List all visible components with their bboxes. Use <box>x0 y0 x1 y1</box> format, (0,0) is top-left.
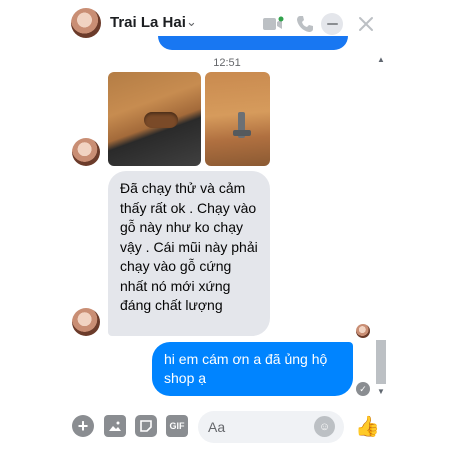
contact-name[interactable]: Trai La Hai <box>110 14 186 31</box>
message-timestamp: 12:51 <box>213 57 241 69</box>
delivered-check-icon: ✓ <box>356 382 370 396</box>
chat-window: Trai La Hai ⌄ 12:51 Đã chạy thử và cảm t… <box>64 0 390 455</box>
emoji-icon[interactable]: ☺ <box>314 416 335 437</box>
close-button[interactable] <box>354 12 378 36</box>
previous-outgoing-bubble <box>158 36 348 50</box>
sender-avatar[interactable] <box>72 138 100 166</box>
thumbs-up-icon[interactable]: 👍 <box>355 414 380 439</box>
minimize-button[interactable] <box>320 12 344 36</box>
scroll-up-arrow-icon[interactable]: ▲ <box>377 55 385 64</box>
photo-glyph <box>109 421 121 431</box>
attached-photo-wood-slot[interactable] <box>108 72 201 166</box>
phone-icon <box>297 16 313 32</box>
outgoing-message-bubble[interactable]: hi em cám ơn a đã ủng hộ shop ạ <box>152 342 353 396</box>
video-call-button[interactable] <box>261 12 285 36</box>
voice-call-button[interactable] <box>293 12 317 36</box>
close-icon <box>359 17 373 31</box>
sender-avatar[interactable] <box>72 308 100 336</box>
seen-indicator-avatar <box>356 324 370 338</box>
contact-avatar[interactable] <box>71 8 101 38</box>
minimize-icon <box>321 13 343 35</box>
incoming-message-bubble[interactable]: Đã chạy thử và cảm thấy rất ok . Chạy và… <box>108 171 270 336</box>
scrollbar-thumb[interactable] <box>376 340 386 384</box>
message-composer: + GIF Aa ☺ 👍 <box>64 405 390 455</box>
image-icon[interactable] <box>104 415 126 437</box>
attached-photo-router-bit[interactable] <box>205 72 270 166</box>
chevron-down-icon[interactable]: ⌄ <box>186 14 197 30</box>
plus-icon[interactable]: + <box>72 415 94 437</box>
sticker-icon[interactable] <box>135 415 157 437</box>
gif-icon[interactable]: GIF <box>166 415 188 437</box>
video-call-icon <box>263 16 284 30</box>
scroll-down-arrow-icon[interactable]: ▼ <box>377 387 385 396</box>
sticker-glyph <box>140 420 152 432</box>
message-input-placeholder: Aa <box>208 419 226 435</box>
